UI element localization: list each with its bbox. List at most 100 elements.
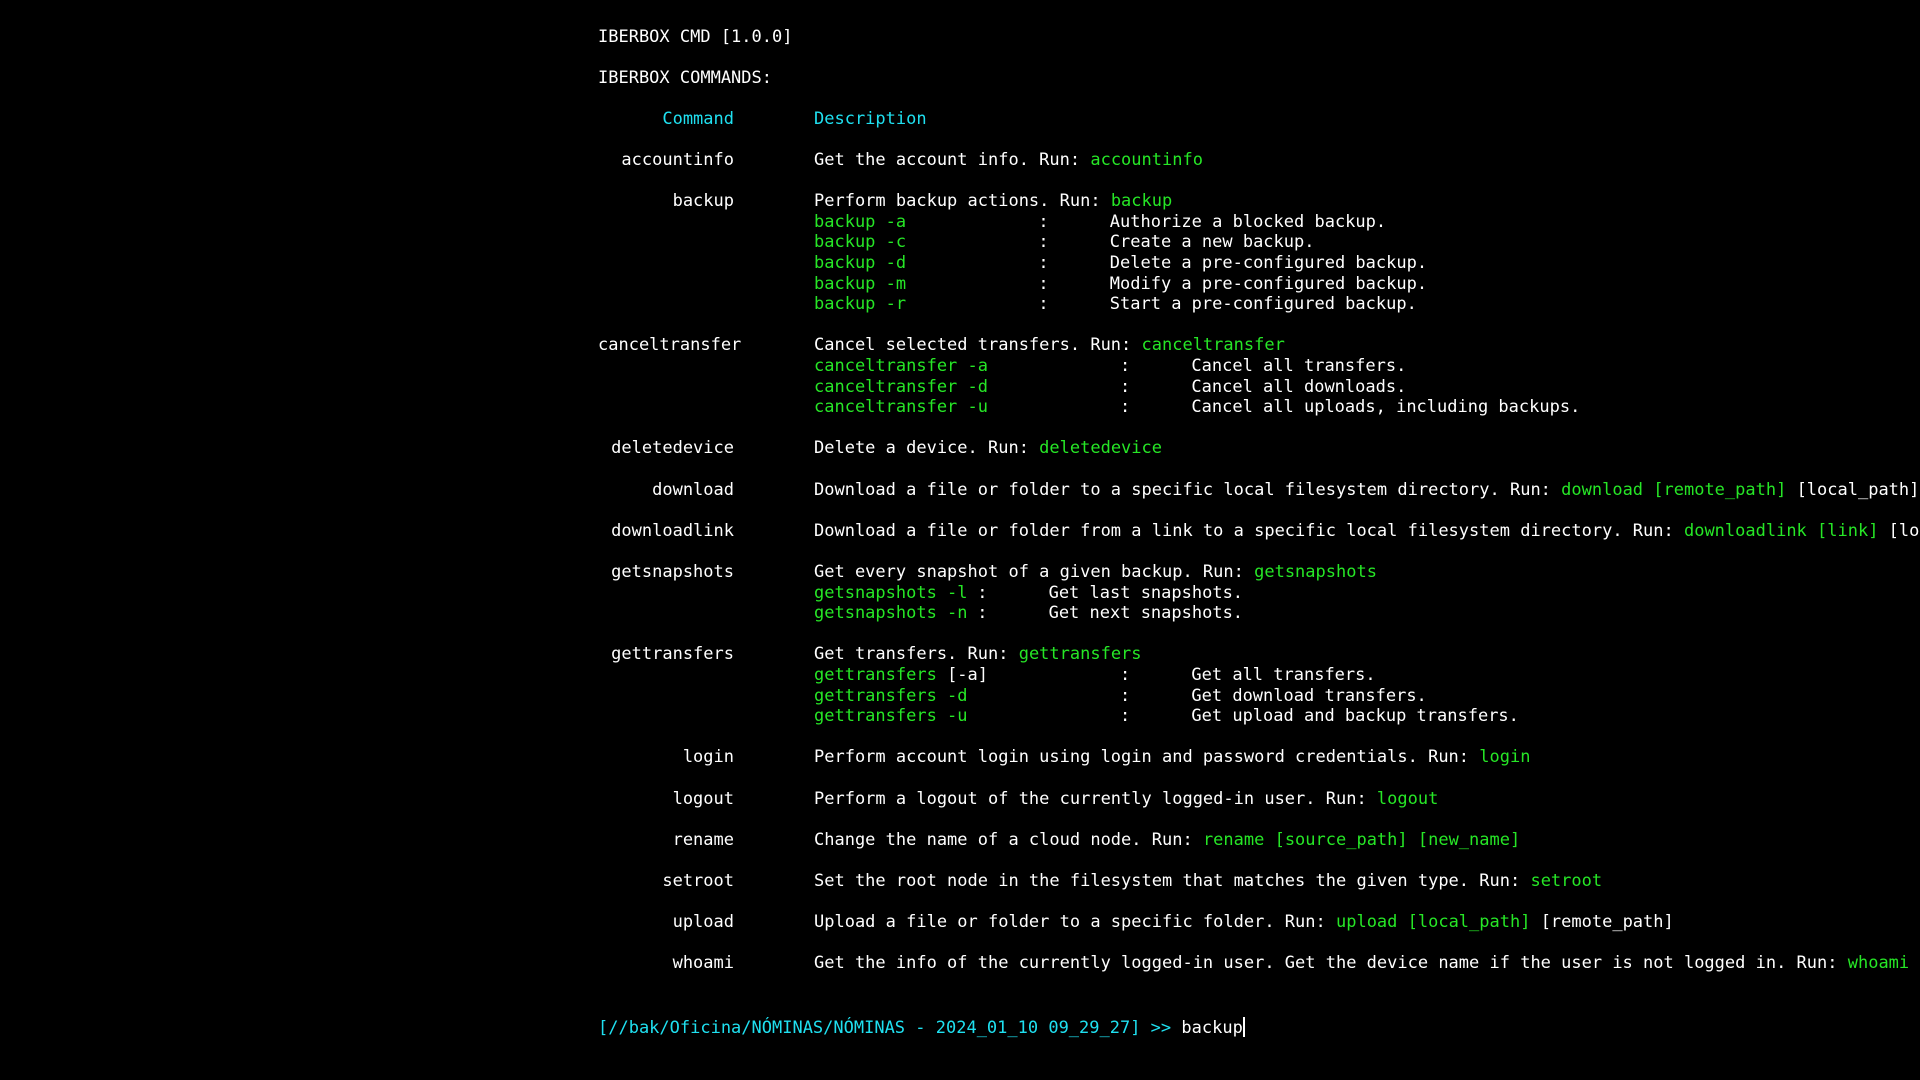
command-prompt[interactable]: [//bak/Oficina/NÓMINAS/NÓMINAS - 2024_01… xyxy=(598,1017,1245,1039)
option-description: Delete a pre-configured backup. xyxy=(1109,252,1428,273)
run-command: logout xyxy=(1376,788,1439,809)
column-header-command: Command xyxy=(662,109,734,129)
option-separator: : xyxy=(1038,294,1049,315)
description-text: Get transfers. Run: xyxy=(814,644,1019,665)
prompt-path: [//bak/Oficina/NÓMINAS/NÓMINAS - 2024_01… xyxy=(598,1018,1182,1038)
command-name: backup xyxy=(672,191,734,212)
option-line: getsnapshots -l: Get last snapshots. xyxy=(814,583,1377,604)
run-command: gettransfers xyxy=(1018,644,1142,665)
run-command: upload [local_path] xyxy=(1335,912,1531,933)
column-header-description: Description xyxy=(814,109,927,129)
command-description: Download a file or folder from a link to… xyxy=(814,521,1920,542)
command-name: whoami xyxy=(672,953,734,974)
option-line: canceltransfer -d: Cancel all downloads. xyxy=(814,377,1580,398)
description-text: Get the account info. Run: xyxy=(814,150,1091,170)
run-command: login xyxy=(1479,747,1531,768)
run-command: download [remote_path] xyxy=(1561,479,1787,500)
command-name: getsnapshots xyxy=(611,562,734,582)
command-description: Set the root node in the filesystem that… xyxy=(814,871,1602,892)
command-name: login xyxy=(682,747,734,768)
option-line: backup -c: Create a new backup. xyxy=(814,232,1427,253)
command-description: Change the name of a cloud node. Run: re… xyxy=(814,830,1520,851)
option-line: backup -m: Modify a pre-configured backup… xyxy=(814,274,1427,295)
run-command: rename [source_path] [new_name] xyxy=(1202,829,1521,850)
description-text: Perform account login using login and pa… xyxy=(814,747,1480,768)
option-separator: : xyxy=(1120,706,1131,727)
command-name: canceltransfer xyxy=(598,335,742,356)
option-line: gettransfers -u: Get upload and backup tr… xyxy=(814,706,1519,727)
command-name: downloadlink xyxy=(611,520,734,541)
option-separator: : xyxy=(977,603,988,624)
option-description: Create a new backup. xyxy=(1109,232,1315,253)
run-argument: [local_path] xyxy=(1888,520,1920,541)
command-name: accountinfo xyxy=(621,150,734,170)
option-line: backup -r: Start a pre-configured backup. xyxy=(814,294,1427,315)
command-name: setroot xyxy=(662,871,734,891)
option-flag-argument: [-a] xyxy=(936,664,989,685)
option-separator: : xyxy=(1120,376,1131,397)
option-separator: : xyxy=(1038,273,1049,294)
option-separator: : xyxy=(1038,211,1049,232)
command-description: Get the account info. Run: accountinfo xyxy=(814,150,1203,171)
option-separator: : xyxy=(1120,355,1131,376)
option-line: gettransfers -d: Get download transfers. xyxy=(814,686,1519,707)
description-text: Cancel selected transfers. Run: xyxy=(814,335,1142,356)
description-text: Get the info of the currently logged-in … xyxy=(814,953,1848,974)
option-line: backup -d: Delete a pre-configured backup… xyxy=(814,253,1427,274)
option-flag: getsnapshots -n xyxy=(814,603,968,624)
commands-heading: IBERBOX COMMANDS: xyxy=(598,68,772,88)
option-flag: backup -d xyxy=(814,252,907,273)
option-flag: gettransfers -u xyxy=(814,706,968,727)
command-name: rename xyxy=(672,829,734,850)
run-argument: [remote_path] xyxy=(1530,912,1674,933)
command-description: Delete a device. Run: deletedevice xyxy=(814,438,1162,459)
command-name: gettransfers xyxy=(611,644,734,665)
description-text: Change the name of a cloud node. Run: xyxy=(814,829,1203,850)
option-separator: : xyxy=(1038,232,1049,253)
option-line: getsnapshots -n: Get next snapshots. xyxy=(814,603,1377,624)
run-argument: [local_path] xyxy=(1786,479,1920,500)
option-separator: : xyxy=(1120,685,1131,706)
run-command: downloadlink [link] xyxy=(1683,520,1879,541)
option-separator: : xyxy=(1120,397,1131,418)
option-description: Authorize a blocked backup. xyxy=(1109,211,1387,232)
option-flag: backup -a xyxy=(814,211,907,232)
option-description: Get next snapshots. xyxy=(1048,603,1244,624)
option-line: backup -a: Authorize a blocked backup. xyxy=(814,212,1427,233)
run-command: accountinfo xyxy=(1090,150,1203,170)
option-description: Get download transfers. xyxy=(1191,685,1427,706)
option-flag: gettransfers -d xyxy=(814,685,968,706)
option-line: canceltransfer -a: Cancel all transfers. xyxy=(814,356,1580,377)
option-description: Get all transfers. xyxy=(1191,664,1376,685)
run-command: setroot xyxy=(1530,871,1603,891)
option-description: Cancel all transfers. xyxy=(1191,355,1407,376)
description-text: Download a file or folder from a link to… xyxy=(814,520,1684,541)
description-text: Perform backup actions. Run: xyxy=(814,191,1111,212)
option-separator: : xyxy=(1120,664,1131,685)
command-name: download xyxy=(652,479,734,500)
option-line: gettransfers [-a]: Get all transfers. xyxy=(814,665,1519,686)
option-description: Cancel all uploads, including backups. xyxy=(1191,397,1581,418)
app-title: IBERBOX CMD [1.0.0] xyxy=(598,27,793,47)
option-description: Get upload and backup transfers. xyxy=(1191,706,1519,727)
option-description: Modify a pre-configured backup. xyxy=(1109,273,1428,294)
option-description: Get last snapshots. xyxy=(1048,582,1244,603)
run-command: deletedevice xyxy=(1039,438,1162,459)
option-description: Cancel all downloads. xyxy=(1191,376,1407,397)
command-description: Get transfers. Run: gettransfers gettrans… xyxy=(814,644,1519,726)
option-description: Start a pre-configured backup. xyxy=(1109,294,1417,315)
description-text: Set the root node in the filesystem that… xyxy=(814,871,1531,891)
run-command: backup xyxy=(1110,191,1173,212)
description-text: Download a file or folder to a specific … xyxy=(814,479,1562,500)
run-command: getsnapshots xyxy=(1254,562,1377,582)
option-flag: canceltransfer -a xyxy=(814,355,988,376)
description-text: Upload a file or folder to a specific fo… xyxy=(814,912,1336,933)
option-flag: getsnapshots -l xyxy=(814,582,968,603)
prompt-input[interactable]: backup xyxy=(1181,1018,1242,1038)
option-flag: canceltransfer -d xyxy=(814,376,988,397)
run-command: canceltransfer xyxy=(1141,335,1285,356)
option-flag: backup -m xyxy=(814,273,907,294)
command-description: Cancel selected transfers. Run: canceltr… xyxy=(814,335,1580,417)
command-description: Get the info of the currently logged-in … xyxy=(814,953,1909,974)
terminal-window[interactable]: IBERBOX CMD [1.0.0] IBERBOX COMMANDS: Co… xyxy=(0,0,1920,1080)
